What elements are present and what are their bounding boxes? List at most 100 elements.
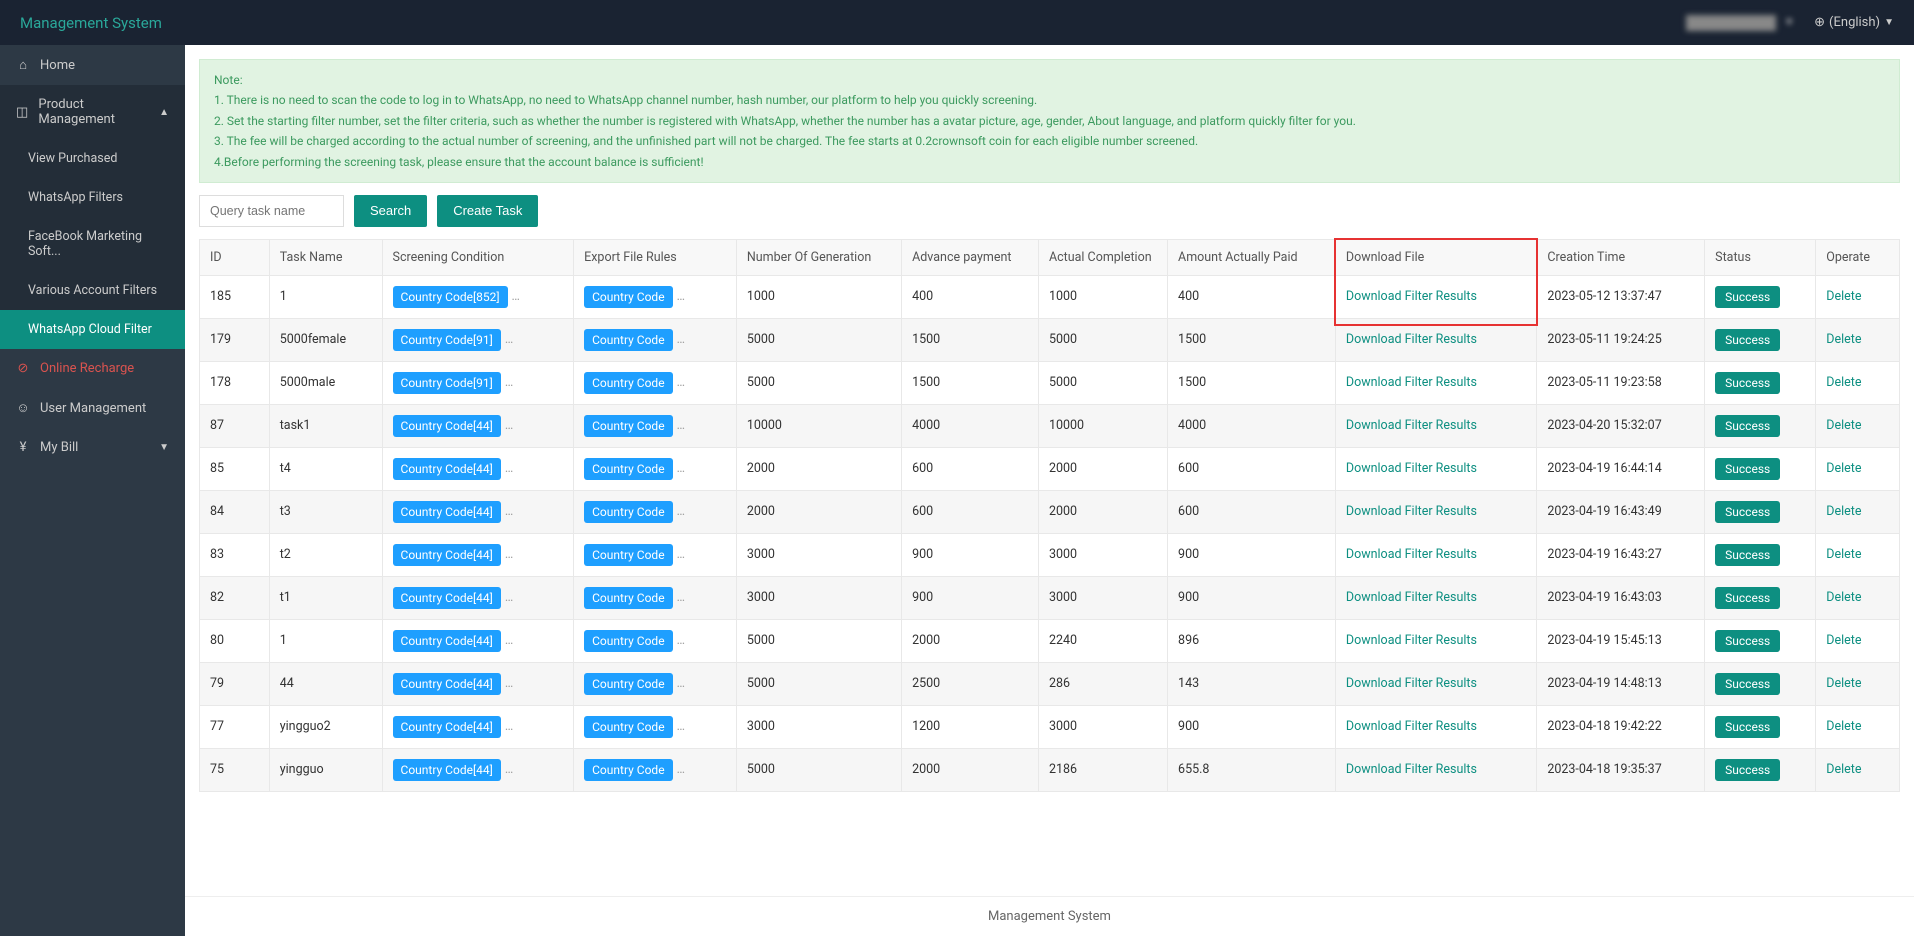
screening-tag[interactable]: Country Code[91]	[393, 329, 501, 351]
table-row: 82t1Country Code[44]…Country Code…300090…	[200, 576, 1900, 619]
nav-my-bill[interactable]: ¥ My Bill ▼	[0, 428, 185, 467]
table-row: 85t4Country Code[44]…Country Code…200060…	[200, 447, 1900, 490]
export-tag[interactable]: Country Code	[584, 458, 672, 480]
screening-tag[interactable]: Country Code[44]	[393, 501, 501, 523]
cell-id: 77	[200, 705, 270, 748]
export-tag[interactable]: Country Code	[584, 716, 672, 738]
nav-label: FaceBook Marketing Soft...	[28, 229, 169, 259]
search-button[interactable]: Search	[354, 195, 427, 227]
screening-tag[interactable]: Country Code[44]	[393, 759, 501, 781]
download-filter-results-link[interactable]: Download Filter Results	[1346, 289, 1477, 304]
ellipsis-icon: …	[677, 461, 685, 476]
delete-link[interactable]: Delete	[1826, 375, 1861, 390]
delete-link[interactable]: Delete	[1826, 633, 1861, 648]
cell-task: t3	[269, 490, 382, 533]
download-filter-results-link[interactable]: Download Filter Results	[1346, 547, 1477, 562]
status-badge: Success	[1715, 458, 1780, 480]
export-tag[interactable]: Country Code	[584, 372, 672, 394]
query-task-input[interactable]	[199, 195, 344, 227]
delete-link[interactable]: Delete	[1826, 547, 1861, 562]
filter-task-table: ID Task Name Screening Condition Export …	[199, 239, 1900, 792]
note-box: Note: 1. There is no need to scan the co…	[199, 59, 1900, 183]
ellipsis-icon: …	[677, 289, 685, 304]
nav-online-recharge[interactable]: ⊘ Online Recharge	[0, 349, 185, 388]
download-filter-results-link[interactable]: Download Filter Results	[1346, 762, 1477, 777]
cell-id: 179	[200, 318, 270, 361]
export-tag[interactable]: Country Code	[584, 286, 672, 308]
cell-adv: 600	[902, 490, 1039, 533]
delete-link[interactable]: Delete	[1826, 332, 1861, 347]
nav-facebook-marketing[interactable]: FaceBook Marketing Soft...	[0, 217, 185, 271]
delete-link[interactable]: Delete	[1826, 762, 1861, 777]
cell-act: 2240	[1038, 619, 1167, 662]
status-badge: Success	[1715, 587, 1780, 609]
cell-download: Download Filter Results	[1335, 619, 1536, 662]
screening-tag[interactable]: Country Code[44]	[393, 716, 501, 738]
cell-gen: 3000	[736, 533, 901, 576]
nav-whatsapp-cloud-filter[interactable]: WhatsApp Cloud Filter	[0, 310, 185, 349]
delete-link[interactable]: Delete	[1826, 504, 1861, 519]
export-tag[interactable]: Country Code	[584, 673, 672, 695]
export-tag[interactable]: Country Code	[584, 329, 672, 351]
nav-various-account-filters[interactable]: Various Account Filters	[0, 271, 185, 310]
footer-text: Management System	[988, 909, 1111, 924]
screening-tag[interactable]: Country Code[44]	[393, 415, 501, 437]
delete-link[interactable]: Delete	[1826, 418, 1861, 433]
delete-link[interactable]: Delete	[1826, 676, 1861, 691]
table-row: 77yingguo2Country Code[44]…Country Code……	[200, 705, 1900, 748]
download-filter-results-link[interactable]: Download Filter Results	[1346, 418, 1477, 433]
download-filter-results-link[interactable]: Download Filter Results	[1346, 676, 1477, 691]
cell-status: Success	[1705, 447, 1816, 490]
cell-status: Success	[1705, 705, 1816, 748]
cell-gen: 3000	[736, 576, 901, 619]
delete-link[interactable]: Delete	[1826, 719, 1861, 734]
status-badge: Success	[1715, 372, 1780, 394]
cell-screening: Country Code[91]…	[382, 318, 574, 361]
screening-tag[interactable]: Country Code[44]	[393, 458, 501, 480]
cell-act: 3000	[1038, 533, 1167, 576]
export-tag[interactable]: Country Code	[584, 587, 672, 609]
cell-task: t1	[269, 576, 382, 619]
cell-amt: 4000	[1168, 404, 1336, 447]
create-task-button[interactable]: Create Task	[437, 195, 538, 227]
cell-status: Success	[1705, 576, 1816, 619]
download-filter-results-link[interactable]: Download Filter Results	[1346, 504, 1477, 519]
screening-tag[interactable]: Country Code[852]	[393, 286, 508, 308]
cell-act: 2186	[1038, 748, 1167, 791]
download-filter-results-link[interactable]: Download Filter Results	[1346, 375, 1477, 390]
screening-tag[interactable]: Country Code[44]	[393, 587, 501, 609]
screening-tag[interactable]: Country Code[44]	[393, 544, 501, 566]
export-tag[interactable]: Country Code	[584, 630, 672, 652]
screening-tag[interactable]: Country Code[44]	[393, 673, 501, 695]
nav-view-purchased[interactable]: View Purchased	[0, 139, 185, 178]
cell-id: 87	[200, 404, 270, 447]
nav-label: My Bill	[40, 440, 78, 455]
cell-status: Success	[1705, 361, 1816, 404]
export-tag[interactable]: Country Code	[584, 759, 672, 781]
status-badge: Success	[1715, 329, 1780, 351]
user-menu[interactable]: ▼	[1686, 15, 1794, 31]
cell-gen: 2000	[736, 447, 901, 490]
cell-time: 2023-04-19 14:48:13	[1537, 662, 1705, 705]
download-filter-results-link[interactable]: Download Filter Results	[1346, 332, 1477, 347]
export-tag[interactable]: Country Code	[584, 501, 672, 523]
cell-operate: Delete	[1816, 576, 1900, 619]
cell-operate: Delete	[1816, 619, 1900, 662]
nav-whatsapp-filters[interactable]: WhatsApp Filters	[0, 178, 185, 217]
download-filter-results-link[interactable]: Download Filter Results	[1346, 461, 1477, 476]
delete-link[interactable]: Delete	[1826, 590, 1861, 605]
delete-link[interactable]: Delete	[1826, 461, 1861, 476]
download-filter-results-link[interactable]: Download Filter Results	[1346, 590, 1477, 605]
download-filter-results-link[interactable]: Download Filter Results	[1346, 719, 1477, 734]
screening-tag[interactable]: Country Code[44]	[393, 630, 501, 652]
nav-home[interactable]: ⌂ Home	[0, 45, 185, 85]
nav-product-management[interactable]: ◫ Product Management ▲	[0, 85, 185, 139]
nav-user-management[interactable]: ☺ User Management	[0, 388, 185, 428]
delete-link[interactable]: Delete	[1826, 289, 1861, 304]
export-tag[interactable]: Country Code	[584, 544, 672, 566]
export-tag[interactable]: Country Code	[584, 415, 672, 437]
screening-tag[interactable]: Country Code[91]	[393, 372, 501, 394]
cell-act: 2000	[1038, 447, 1167, 490]
download-filter-results-link[interactable]: Download Filter Results	[1346, 633, 1477, 648]
language-selector[interactable]: ⊕ (English) ▼	[1814, 15, 1894, 30]
